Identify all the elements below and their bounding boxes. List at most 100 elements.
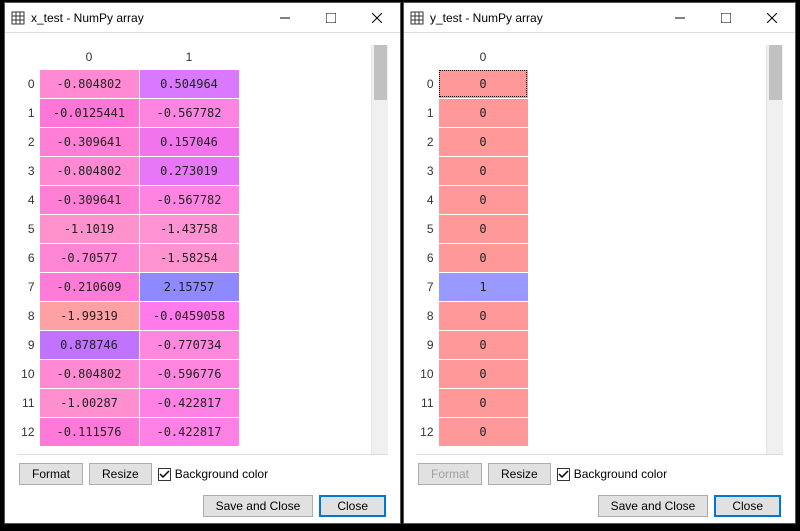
row-header[interactable]: 5 [416, 214, 438, 243]
close-window-button[interactable] [354, 3, 400, 33]
data-grid[interactable]: 010-0.8048020.5049641-0.0125441-0.567782… [17, 45, 371, 454]
data-cell[interactable]: -0.422817 [139, 388, 239, 417]
data-cell[interactable]: 0 [438, 69, 528, 98]
row-header[interactable]: 2 [416, 127, 438, 156]
row-header[interactable]: 4 [17, 185, 39, 214]
row-header[interactable]: 3 [17, 156, 39, 185]
vertical-scrollbar[interactable] [371, 45, 388, 454]
data-cell[interactable]: 0.273019 [139, 156, 239, 185]
column-header[interactable]: 0 [39, 45, 139, 69]
data-cell[interactable]: -1.99319 [39, 301, 139, 330]
data-cell[interactable]: -0.596776 [139, 359, 239, 388]
minimize-button[interactable] [657, 3, 703, 33]
data-cell[interactable]: 0 [438, 185, 528, 214]
grid-icon [410, 11, 424, 25]
row-header[interactable]: 2 [17, 127, 39, 156]
window-x-test: x_test - NumPy array 010-0.8048020.50496… [4, 2, 401, 524]
data-cell[interactable]: 0 [438, 330, 528, 359]
row-header[interactable]: 12 [17, 417, 39, 446]
data-cell[interactable]: 0.878746 [39, 330, 139, 359]
data-cell[interactable]: -0.567782 [139, 185, 239, 214]
row-header[interactable]: 3 [416, 156, 438, 185]
data-cell[interactable]: -0.0459058 [139, 301, 239, 330]
data-cell[interactable]: -1.58254 [139, 243, 239, 272]
column-header[interactable]: 0 [438, 45, 528, 69]
data-cell[interactable]: 0.157046 [139, 127, 239, 156]
data-cell[interactable]: -0.804802 [39, 69, 139, 98]
maximize-button[interactable] [308, 3, 354, 33]
scrollbar-thumb[interactable] [769, 45, 782, 100]
data-cell[interactable]: 0 [438, 301, 528, 330]
data-cell[interactable]: -1.43758 [139, 214, 239, 243]
data-cell[interactable]: -0.70577 [39, 243, 139, 272]
row-header[interactable]: 5 [17, 214, 39, 243]
row-header[interactable]: 0 [17, 69, 39, 98]
resize-button[interactable]: Resize [488, 463, 551, 485]
row-header[interactable]: 0 [416, 69, 438, 98]
data-cell[interactable]: -0.804802 [39, 156, 139, 185]
data-cell[interactable]: -0.804802 [39, 359, 139, 388]
save-and-close-button[interactable]: Save and Close [203, 495, 314, 517]
row-header[interactable]: 9 [17, 330, 39, 359]
data-cell[interactable]: -0.422817 [139, 417, 239, 446]
data-cell[interactable]: 0 [438, 359, 528, 388]
resize-button[interactable]: Resize [89, 463, 152, 485]
background-color-checkbox[interactable]: Background color [158, 467, 268, 481]
row-header[interactable]: 1 [416, 98, 438, 127]
titlebar[interactable]: x_test - NumPy array [5, 3, 400, 33]
data-cell[interactable]: -0.770734 [139, 330, 239, 359]
vertical-scrollbar[interactable] [766, 45, 783, 454]
row-header[interactable]: 1 [17, 98, 39, 127]
data-grid[interactable]: 000102030405060718090100110120 [416, 45, 766, 454]
row-header[interactable]: 6 [416, 243, 438, 272]
scrollbar-thumb[interactable] [374, 45, 387, 100]
row-header[interactable]: 4 [416, 185, 438, 214]
data-cell[interactable]: 1 [438, 272, 528, 301]
minimize-button[interactable] [262, 3, 308, 33]
data-cell[interactable]: -0.0125441 [39, 98, 139, 127]
close-button[interactable]: Close [714, 495, 781, 517]
close-window-button[interactable] [749, 3, 795, 33]
data-cell[interactable]: -1.1019 [39, 214, 139, 243]
window-y-test: y_test - NumPy array 0001020304050607180… [403, 2, 796, 524]
format-button[interactable]: Format [418, 463, 482, 485]
data-cell[interactable]: 0.504964 [139, 69, 239, 98]
row-header[interactable]: 11 [416, 388, 438, 417]
data-cell[interactable]: -1.00287 [39, 388, 139, 417]
background-color-checkbox[interactable]: Background color [557, 467, 667, 481]
row-header[interactable]: 7 [17, 272, 39, 301]
dialog-buttons-row: Save and Close Close [17, 489, 388, 517]
window-title: x_test - NumPy array [31, 11, 262, 25]
checkbox-label: Background color [574, 467, 667, 481]
row-header[interactable]: 9 [416, 330, 438, 359]
save-and-close-button[interactable]: Save and Close [598, 495, 709, 517]
data-cell[interactable]: 0 [438, 214, 528, 243]
close-button[interactable]: Close [319, 495, 386, 517]
row-header[interactable]: 8 [17, 301, 39, 330]
maximize-button[interactable] [703, 3, 749, 33]
data-cell[interactable]: 0 [438, 156, 528, 185]
checkmark-icon [158, 468, 171, 481]
row-header[interactable]: 6 [17, 243, 39, 272]
row-header[interactable]: 8 [416, 301, 438, 330]
data-cell[interactable]: 0 [438, 98, 528, 127]
data-cell[interactable]: 0 [438, 243, 528, 272]
column-header[interactable]: 1 [139, 45, 239, 69]
data-cell[interactable]: 0 [438, 127, 528, 156]
data-cell[interactable]: -0.567782 [139, 98, 239, 127]
row-header[interactable]: 10 [416, 359, 438, 388]
data-cell[interactable]: 2.15757 [139, 272, 239, 301]
row-header[interactable]: 12 [416, 417, 438, 446]
row-header[interactable]: 7 [416, 272, 438, 301]
data-cell[interactable]: 0 [438, 388, 528, 417]
format-button[interactable]: Format [19, 463, 83, 485]
data-cell[interactable]: -0.210609 [39, 272, 139, 301]
data-cell[interactable]: -0.309641 [39, 127, 139, 156]
row-header[interactable]: 10 [17, 359, 39, 388]
data-cell[interactable]: 0 [438, 417, 528, 446]
titlebar[interactable]: y_test - NumPy array [404, 3, 795, 33]
window-body: 000102030405060718090100110120 Format Re… [404, 33, 795, 523]
data-cell[interactable]: -0.111576 [39, 417, 139, 446]
data-cell[interactable]: -0.309641 [39, 185, 139, 214]
row-header[interactable]: 11 [17, 388, 39, 417]
